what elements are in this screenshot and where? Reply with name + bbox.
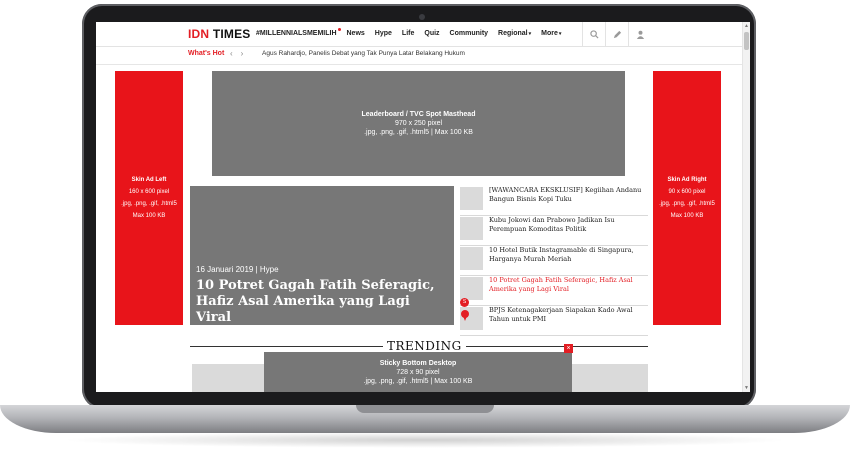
nav-label: Regional <box>498 30 528 37</box>
scroll-down-arrow-icon[interactable]: ▼ <box>744 385 749 391</box>
headline-list: [WAWANCARA EKSKLUSIF] Kegiihan Andanu Ba… <box>460 186 648 336</box>
ad-max-size: Max 100 KB <box>132 213 166 219</box>
leaderboard-ad[interactable]: Leaderboard / TVC Spot Masthead 970 x 25… <box>212 71 625 176</box>
featured-article[interactable]: 16 Januari 2019 | Hype 10 Potret Gagah F… <box>190 186 454 325</box>
sticky-bottom-ad[interactable]: Sticky Bottom Desktop 728 x 90 pixel .jp… <box>264 352 572 392</box>
laptop-screen: IDN TIMES #MILLENNIALSMEMILIH News Hype … <box>96 22 750 392</box>
article-title[interactable]: 10 Potret Gagah Fatih Seferagic, Hafiz A… <box>489 276 649 294</box>
ticker-controls: ‹ › <box>230 49 243 58</box>
nav-item-millennialsmemilih[interactable]: #MILLENNIALSMEMILIH <box>256 28 341 37</box>
nav-label: More <box>541 30 558 37</box>
nav-item-hype[interactable]: Hype <box>375 30 392 37</box>
chevron-right-icon[interactable]: › <box>241 49 244 58</box>
ad-size: 970 x 250 pixel <box>394 120 443 127</box>
article-thumbnail[interactable] <box>460 307 483 330</box>
nav-item-community[interactable]: Community <box>450 30 489 37</box>
site-logo[interactable]: IDN TIMES <box>188 27 251 41</box>
trending-thumbnail-right[interactable] <box>564 364 648 392</box>
nav-label: Quiz <box>424 30 440 37</box>
chevron-down-icon: ▾ <box>558 31 562 37</box>
webcam <box>419 14 425 20</box>
list-item[interactable]: [WAWANCARA EKSKLUSIF] Kegiihan Andanu Ba… <box>460 186 648 216</box>
featured-title[interactable]: 10 Potret Gagah Fatih Seferagic, Hafiz A… <box>196 278 446 326</box>
featured-meta: 16 Januari 2019 | Hype <box>196 265 279 274</box>
pencil-icon[interactable] <box>605 22 628 46</box>
article-title[interactable]: [WAWANCARA EKSKLUSIF] Kegiihan Andanu Ba… <box>489 186 649 204</box>
ad-formats: .jpg, .png, .gif, .html5 | Max 100 KB <box>364 129 473 136</box>
chevron-down-icon: ▾ <box>528 31 532 37</box>
notification-dot <box>337 28 341 31</box>
nav-label: News <box>346 30 365 37</box>
ad-title: Skin Ad Right <box>667 177 707 183</box>
ad-size: 90 x 600 pixel <box>668 189 706 195</box>
ad-formats: .jpg, .png, .gif, .html5 | Max 100 KB <box>363 377 473 385</box>
whats-hot-label: What's Hot <box>188 50 225 57</box>
article-title[interactable]: 10 Hotel Butik Instagramable di Singapur… <box>489 246 649 264</box>
nav-item-quiz[interactable]: Quiz <box>424 30 439 37</box>
chevron-left-icon[interactable]: ‹ <box>230 49 233 58</box>
list-item[interactable]: BPJS Ketenagakerjaan Siapakan Kado Awal … <box>460 306 648 336</box>
skin-ad-left[interactable]: Skin Ad Left 160 x 600 pixel .jpg, .png,… <box>115 71 183 325</box>
list-item[interactable]: 10 Hotel Butik Instagramable di Singapur… <box>460 246 648 276</box>
list-item-active[interactable]: 10 Potret Gagah Fatih Seferagic, Hafiz A… <box>460 276 649 307</box>
main-nav: #MILLENNIALSMEMILIH News Hype Life Quiz … <box>256 28 561 37</box>
page-scrollbar[interactable]: ▲ ▼ <box>742 22 750 392</box>
ad-size: 728 x 90 pixel <box>396 368 440 376</box>
scroll-up-arrow-icon[interactable]: ▲ <box>744 23 749 29</box>
site-header: IDN TIMES #MILLENNIALSMEMILIH News Hype … <box>96 22 742 47</box>
article-title[interactable]: BPJS Ketenagakerjaan Siapakan Kado Awal … <box>489 306 649 324</box>
logo-times: TIMES <box>212 27 251 41</box>
nav-item-more[interactable]: More▾ <box>541 30 561 37</box>
article-thumbnail[interactable] <box>460 247 483 270</box>
article-thumbnail[interactable] <box>460 187 483 210</box>
skin-ad-right[interactable]: Skin Ad Right 90 x 600 pixel .jpg, .png,… <box>653 71 721 325</box>
article-thumbnail[interactable] <box>460 277 483 300</box>
ad-formats: .jpg, .png, .gif, .html5 <box>659 201 715 207</box>
nav-label: Life <box>401 30 415 37</box>
article-title[interactable]: Kubu Jokowi dan Prabowo Jadikan Isu Pere… <box>489 216 649 234</box>
nav-item-life[interactable]: Life <box>402 30 414 37</box>
nav-label: Hype <box>374 30 392 37</box>
laptop-shadow <box>60 432 790 448</box>
close-icon[interactable]: × <box>564 344 573 353</box>
trending-heading: TRENDING <box>383 339 466 353</box>
ad-max-size: Max 100 KB <box>670 213 704 219</box>
logo-idn: IDN <box>188 27 210 41</box>
ad-title: Skin Ad Left <box>131 177 167 183</box>
ad-title: Sticky Bottom Desktop <box>379 359 457 367</box>
article-thumbnail[interactable] <box>460 217 483 240</box>
nav-item-news[interactable]: News <box>347 30 365 37</box>
user-icon[interactable] <box>628 22 651 46</box>
whats-hot-ticker: What's Hot ‹ › Agus Rahardjo, Panelis De… <box>96 46 742 65</box>
header-actions <box>582 22 651 46</box>
nav-item-regional[interactable]: Regional▾ <box>498 30 531 37</box>
ad-formats: .jpg, .png, .gif, .html5 <box>121 201 177 207</box>
laptop-base-notch <box>356 405 494 413</box>
nav-label: Community <box>449 30 489 37</box>
search-icon[interactable] <box>582 22 605 46</box>
list-item[interactable]: Kubu Jokowi dan Prabowo Jadikan Isu Pere… <box>460 216 648 246</box>
nav-label: #MILLENNIALSMEMILIH <box>256 30 337 37</box>
ticker-headline[interactable]: Agus Rahardjo, Panelis Debat yang Tak Pu… <box>262 50 465 57</box>
scrollbar-thumb[interactable] <box>744 32 749 50</box>
ad-size: 160 x 600 pixel <box>128 189 170 195</box>
award-ribbon-icon <box>461 310 469 321</box>
ad-title: Leaderboard / TVC Spot Masthead <box>361 111 476 118</box>
